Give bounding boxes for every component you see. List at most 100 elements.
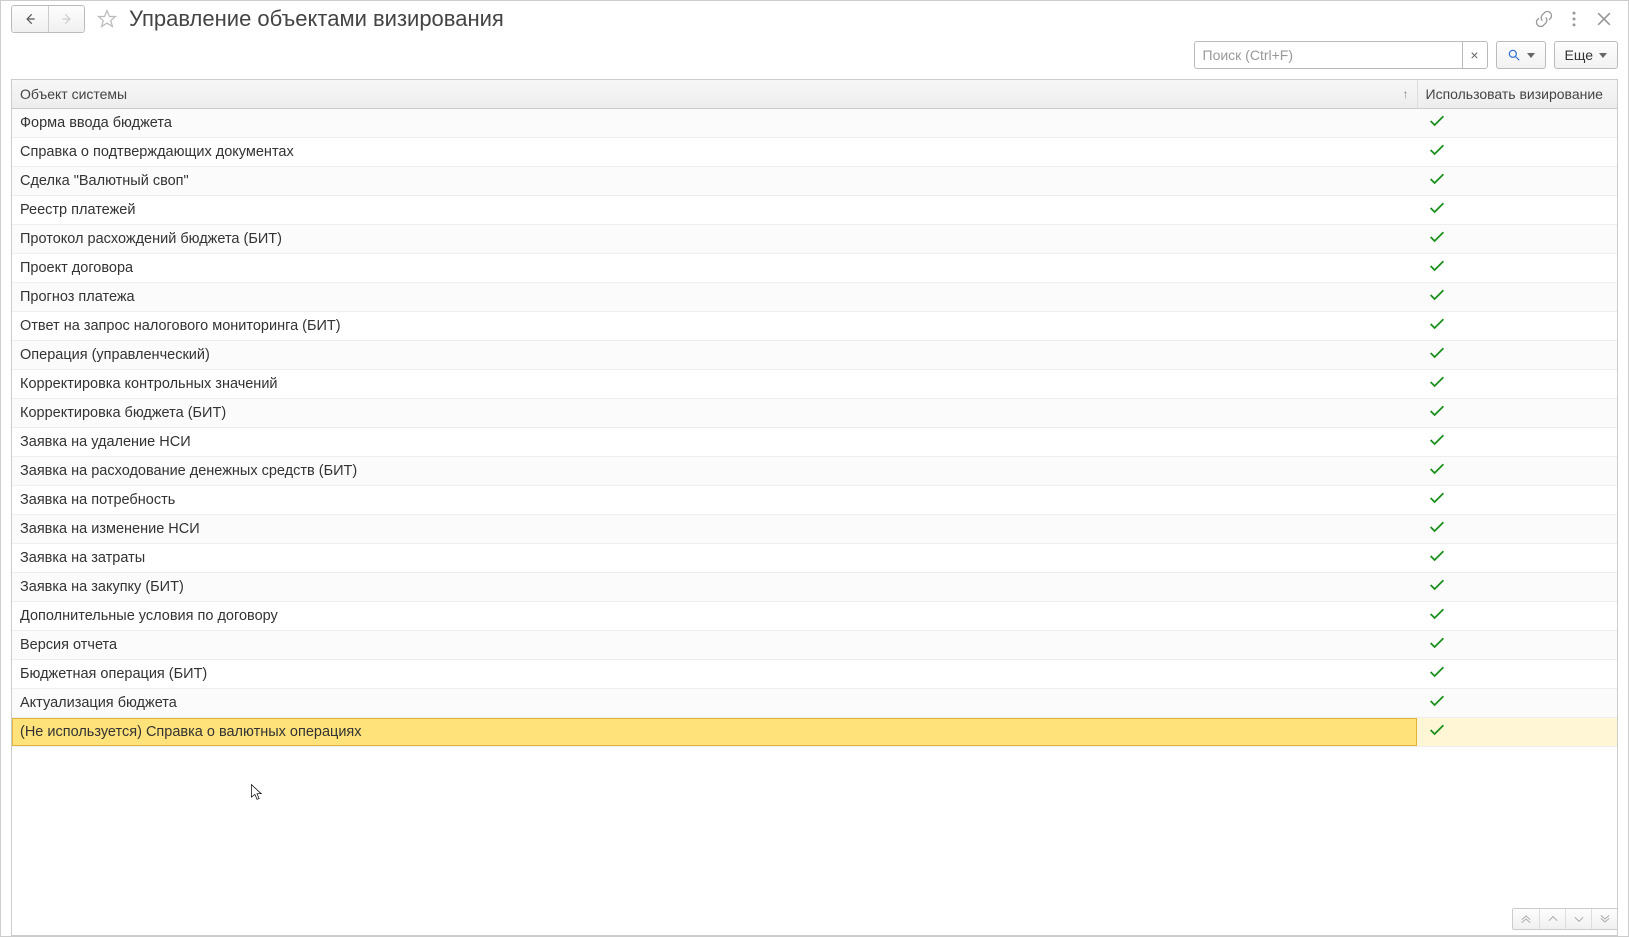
down-icon (1573, 914, 1585, 924)
search-icon (1507, 48, 1521, 62)
check-icon (1429, 665, 1445, 683)
title-actions (1534, 9, 1618, 29)
cell-object: Операция (управленческий) (12, 341, 1417, 370)
table-row[interactable]: Заявка на потребность (12, 486, 1617, 515)
check-icon (1429, 201, 1445, 219)
check-icon (1429, 404, 1445, 422)
cell-object: Заявка на затраты (12, 544, 1417, 573)
cell-object: Дополнительные условия по договору (12, 602, 1417, 631)
favorite-button[interactable] (95, 7, 119, 31)
table-row[interactable]: Сделка "Валютный своп" (12, 167, 1617, 196)
table-row[interactable]: Версия отчета (12, 631, 1617, 660)
close-button[interactable] (1594, 9, 1614, 29)
table-row[interactable]: Актуализация бюджета (12, 689, 1617, 718)
cell-use (1417, 486, 1617, 515)
column-header-use[interactable]: Использовать визирование (1417, 80, 1617, 109)
more-button[interactable]: Еще (1554, 41, 1619, 69)
search-wrap: × (1194, 41, 1488, 69)
check-icon (1429, 172, 1445, 190)
cell-object: Версия отчета (12, 631, 1417, 660)
table-header-row: Объект системы ↑ Использовать визировани… (12, 80, 1617, 109)
cell-object: Ответ на запрос налогового мониторинга (… (12, 312, 1417, 341)
cell-object: Заявка на расходование денежных средств … (12, 457, 1417, 486)
cell-object: Бюджетная операция (БИТ) (12, 660, 1417, 689)
page-title: Управление объектами визирования (129, 6, 1528, 32)
cell-object: Заявка на закупку (БИТ) (12, 573, 1417, 602)
search-input[interactable] (1194, 41, 1462, 69)
check-icon (1429, 375, 1445, 393)
table: Объект системы ↑ Использовать визировани… (11, 79, 1618, 936)
cell-use (1417, 631, 1617, 660)
cell-object: Корректировка бюджета (БИТ) (12, 399, 1417, 428)
table-row[interactable]: Проект договора (12, 254, 1617, 283)
check-icon (1429, 230, 1445, 248)
check-icon (1429, 694, 1445, 712)
x-icon: × (1470, 47, 1478, 63)
more-button-label: Еще (1565, 47, 1594, 63)
cell-use (1417, 457, 1617, 486)
cell-use (1417, 370, 1617, 399)
table-row[interactable]: Справка о подтверждающих документах (12, 138, 1617, 167)
search-clear-button[interactable]: × (1462, 41, 1488, 69)
cell-object: Сделка "Валютный своп" (12, 167, 1417, 196)
more-options-button[interactable] (1564, 9, 1584, 29)
table-row[interactable]: Корректировка контрольных значений (12, 370, 1617, 399)
table-row[interactable]: Ответ на запрос налогового мониторинга (… (12, 312, 1617, 341)
forward-button[interactable] (48, 6, 84, 32)
double-down-icon (1599, 914, 1611, 924)
table-row[interactable]: (Не используется) Справка о валютных опе… (12, 718, 1617, 747)
cell-use (1417, 312, 1617, 341)
table-row[interactable]: Прогноз платежа (12, 283, 1617, 312)
sort-ascending-icon: ↑ (1403, 87, 1409, 101)
cell-use (1417, 109, 1617, 138)
table-row[interactable]: Протокол расхождений бюджета (БИТ) (12, 225, 1617, 254)
check-icon (1429, 317, 1445, 335)
cell-use (1417, 167, 1617, 196)
scroll-buttons (1512, 908, 1618, 930)
check-icon (1429, 143, 1445, 161)
table-row[interactable]: Корректировка бюджета (БИТ) (12, 399, 1617, 428)
check-icon (1429, 491, 1445, 509)
table-row[interactable]: Дополнительные условия по договору (12, 602, 1617, 631)
cell-use (1417, 573, 1617, 602)
check-icon (1429, 346, 1445, 364)
close-icon (1594, 9, 1614, 29)
table-row[interactable]: Заявка на изменение НСИ (12, 515, 1617, 544)
table-row[interactable]: Форма ввода бюджета (12, 109, 1617, 138)
table-row[interactable]: Операция (управленческий) (12, 341, 1617, 370)
table-row[interactable]: Заявка на затраты (12, 544, 1617, 573)
window: Управление объектами визирования × Еще (0, 0, 1629, 937)
cell-use (1417, 428, 1617, 457)
table-row[interactable]: Бюджетная операция (БИТ) (12, 660, 1617, 689)
check-icon (1429, 114, 1445, 132)
check-icon (1429, 259, 1445, 277)
cell-use (1417, 399, 1617, 428)
cell-use (1417, 660, 1617, 689)
chevron-down-icon (1527, 53, 1535, 58)
titlebar: Управление объектами визирования (1, 1, 1628, 35)
cell-object: Реестр платежей (12, 196, 1417, 225)
star-icon (97, 9, 117, 29)
table-row[interactable]: Реестр платежей (12, 196, 1617, 225)
column-header-object[interactable]: Объект системы ↑ (12, 80, 1417, 109)
table-row[interactable]: Заявка на удаление НСИ (12, 428, 1617, 457)
arrow-right-icon (60, 12, 74, 26)
scroll-up-button[interactable] (1539, 909, 1565, 929)
search-button[interactable] (1496, 41, 1546, 69)
check-icon (1429, 549, 1445, 567)
table-row[interactable]: Заявка на закупку (БИТ) (12, 573, 1617, 602)
back-button[interactable] (12, 6, 48, 32)
cell-use (1417, 515, 1617, 544)
scroll-top-button[interactable] (1513, 909, 1539, 929)
scroll-bottom-button[interactable] (1591, 909, 1617, 929)
cell-object: Заявка на изменение НСИ (12, 515, 1417, 544)
check-icon (1429, 636, 1445, 654)
cell-use (1417, 254, 1617, 283)
table-row[interactable]: Заявка на расходование денежных средств … (12, 457, 1617, 486)
scroll-down-button[interactable] (1565, 909, 1591, 929)
link-button[interactable] (1534, 9, 1554, 29)
arrow-left-icon (23, 12, 37, 26)
check-icon (1429, 288, 1445, 306)
cell-use (1417, 718, 1617, 747)
cell-object: Протокол расхождений бюджета (БИТ) (12, 225, 1417, 254)
